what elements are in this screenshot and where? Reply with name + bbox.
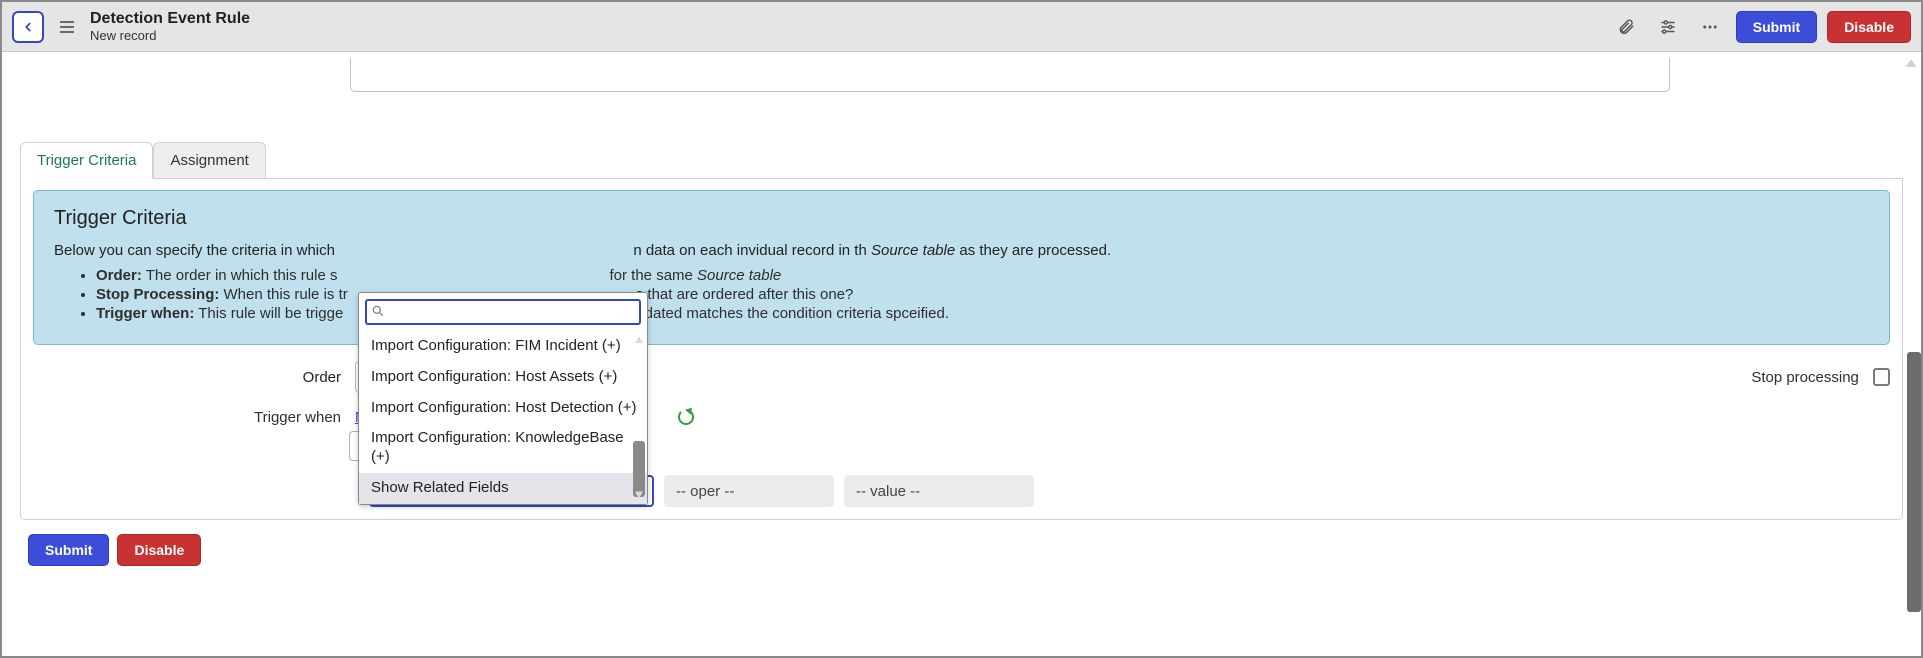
field-search-input[interactable] xyxy=(365,299,641,325)
field-option[interactable]: Import Configuration: FIM Incident (+) xyxy=(359,331,647,362)
search-icon xyxy=(371,304,385,318)
tab-trigger-criteria[interactable]: Trigger Criteria xyxy=(20,142,153,179)
field-option[interactable]: Import Configuration: Host Detection (+) xyxy=(359,393,647,424)
dots-horizontal-icon xyxy=(1701,18,1719,36)
row-order-stop: Order Stop processing xyxy=(33,361,1890,393)
info-intro-em: Source table xyxy=(871,242,955,259)
chevron-left-icon xyxy=(21,20,35,34)
header-title-block: Detection Event Rule New record xyxy=(90,9,250,44)
vertical-scrollbar[interactable] xyxy=(1907,352,1921,612)
info-list: Order: The order in which this rule s for… xyxy=(54,267,1869,322)
label-trigger-when: Trigger when xyxy=(33,409,355,426)
operator-select[interactable]: -- oper -- xyxy=(664,475,834,507)
personalize-form-button[interactable] xyxy=(1652,11,1684,43)
tabstrip: Trigger Criteria Assignment xyxy=(20,142,1903,179)
tab-assignment[interactable]: Assignment xyxy=(153,142,265,178)
value-input[interactable]: -- value -- xyxy=(844,475,1034,507)
header-title: Detection Event Rule xyxy=(90,9,250,28)
form-header: Detection Event Rule New record Submit D… xyxy=(2,2,1921,52)
field-picker-dropdown: Import Configuration: FIM Incident (+) I… xyxy=(358,292,648,505)
info-intro: Below you can specify the criteria in wh… xyxy=(54,242,1869,259)
info-li-trigger-label: Trigger when: xyxy=(96,305,194,322)
info-li-stop-post: s that are ordered after this one? xyxy=(636,286,854,303)
info-callout: Trigger Criteria Below you can specify t… xyxy=(33,190,1890,345)
info-intro-post-em: as they are processed. xyxy=(955,242,1111,259)
field-option-list: Import Configuration: FIM Incident (+) I… xyxy=(359,331,647,504)
info-li-trigger-post: Updated matches the condition criteria s… xyxy=(621,305,949,322)
info-li-order-mid: for the same xyxy=(610,267,698,284)
submit-button-bottom[interactable]: Submit xyxy=(28,534,109,566)
info-li-order-pre: The order in which this rule s xyxy=(142,267,338,284)
field-option[interactable]: Import Configuration: KnowledgeBase (+) xyxy=(359,423,647,473)
sliders-icon xyxy=(1659,18,1677,36)
info-li-stop-pre: When this rule is tr xyxy=(219,286,347,303)
info-li-trigger-pre: This rule will be trigge xyxy=(194,305,343,322)
tab-panel-trigger-criteria: Trigger Criteria Below you can specify t… xyxy=(20,178,1903,520)
attachments-button[interactable] xyxy=(1610,11,1642,43)
dropdown-scrollbar[interactable] xyxy=(633,441,645,497)
info-li-order-label: Order: xyxy=(96,267,142,284)
info-heading: Trigger Criteria xyxy=(54,207,1869,230)
field-option[interactable]: Import Configuration: Host Assets (+) xyxy=(359,362,647,393)
info-li-order-em: Source table xyxy=(697,267,781,284)
refresh-icon[interactable] xyxy=(676,407,696,427)
info-li-order: Order: The order in which this rule s for… xyxy=(96,267,1869,284)
info-li-stop-label: Stop Processing: xyxy=(96,286,219,303)
info-intro-post-pre: n data on each invidual record in th xyxy=(633,242,871,259)
previous-section-textarea[interactable] xyxy=(350,58,1670,92)
field-option-show-related[interactable]: Show Related Fields xyxy=(359,473,647,504)
header-subtitle: New record xyxy=(90,28,250,44)
disable-button[interactable]: Disable xyxy=(1827,11,1911,43)
label-stop-processing: Stop processing xyxy=(962,369,1873,386)
row-trigger-when: Trigger when N xyxy=(33,407,1890,427)
drag-handle-icon[interactable] xyxy=(54,21,80,33)
form-body: Trigger Criteria Assignment Trigger Crit… xyxy=(2,52,1921,654)
paperclip-icon xyxy=(1617,18,1635,36)
disable-button-bottom[interactable]: Disable xyxy=(117,534,201,566)
stop-processing-checkbox[interactable] xyxy=(1873,368,1890,386)
back-button[interactable] xyxy=(12,11,44,43)
bottom-action-bar: Submit Disable xyxy=(20,520,1903,574)
info-intro-pre: Below you can specify the criteria in wh… xyxy=(54,242,335,259)
submit-button[interactable]: Submit xyxy=(1736,11,1817,43)
label-order: Order xyxy=(33,369,355,386)
more-options-button[interactable] xyxy=(1694,11,1726,43)
